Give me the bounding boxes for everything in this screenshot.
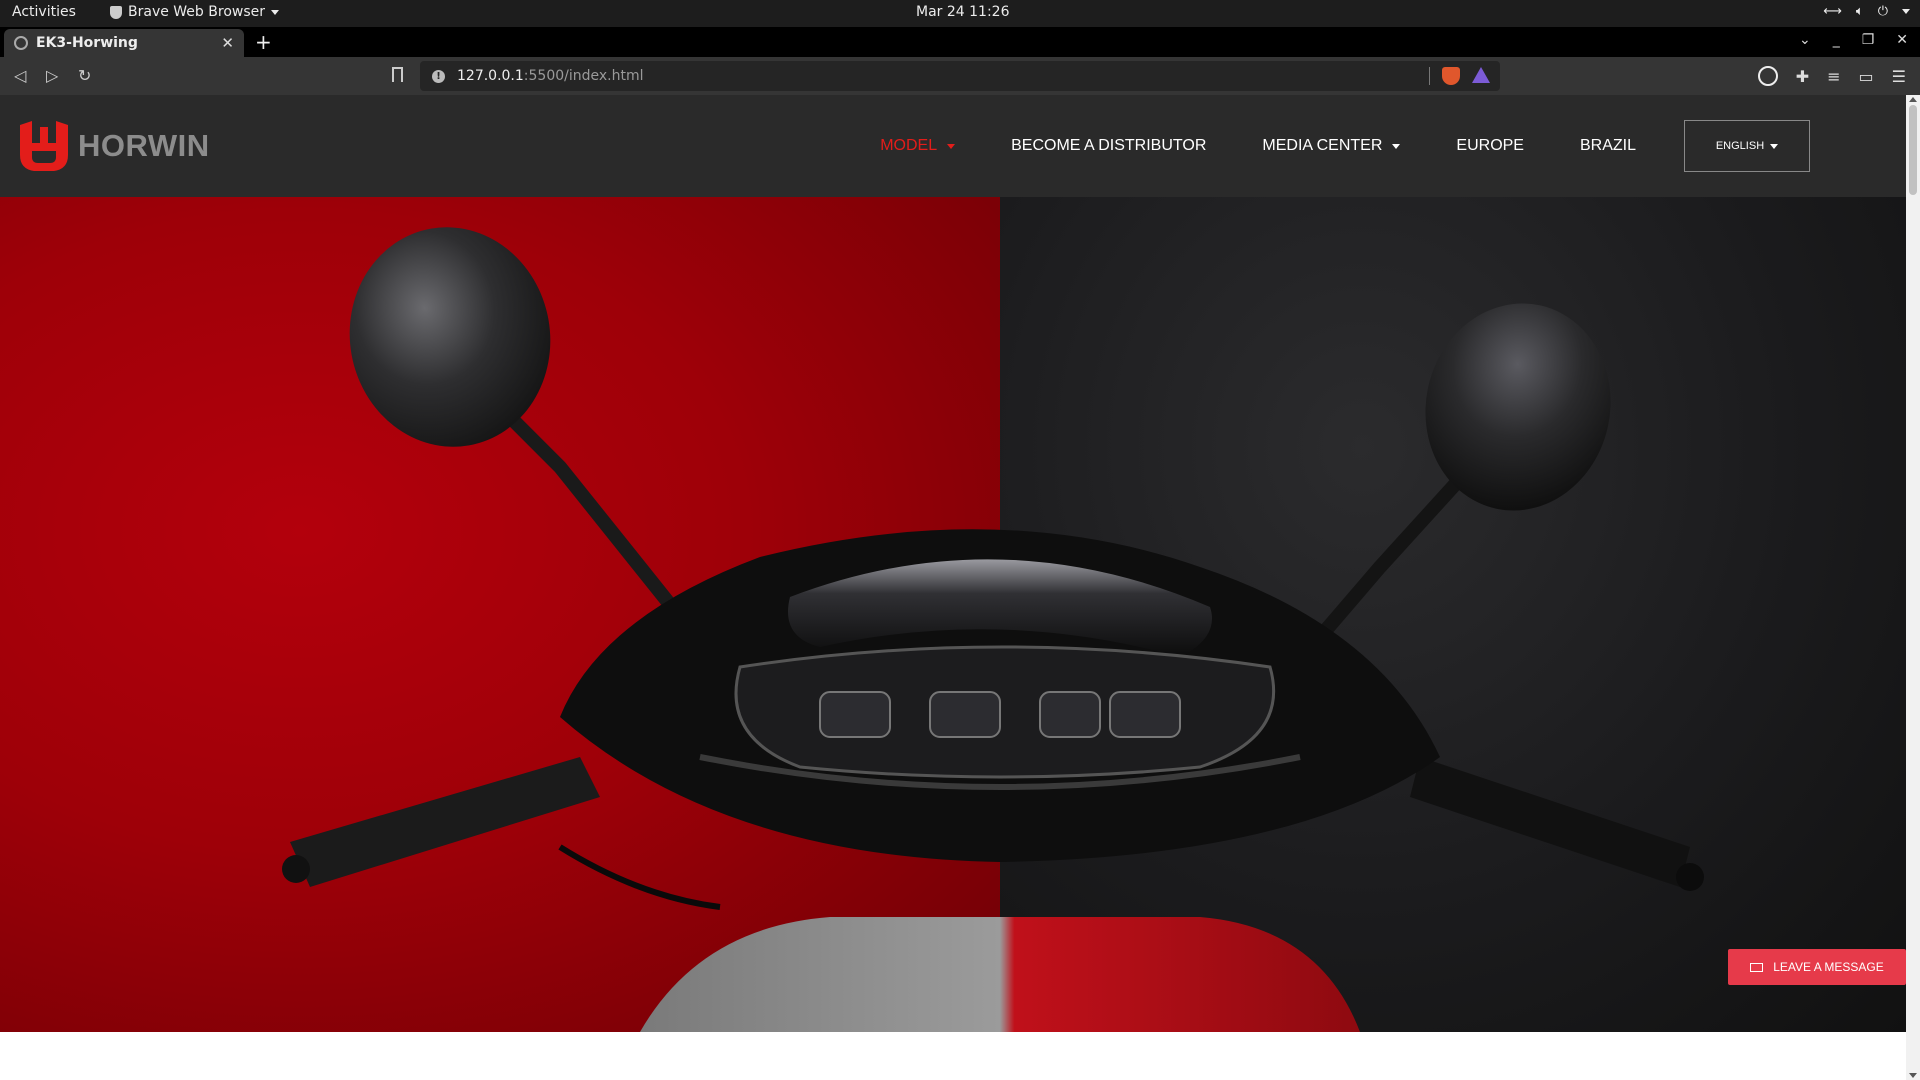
reload-icon[interactable]: ↻ <box>78 66 91 85</box>
chevron-down-icon <box>947 143 956 149</box>
wallet-icon[interactable]: ▭ <box>1859 67 1874 86</box>
app-menu-label: Brave Web Browser <box>128 4 265 20</box>
leave-message-label: LEAVE A MESSAGE <box>1773 960 1884 974</box>
clock[interactable]: Mar 24 11:26 <box>916 4 1009 20</box>
scroll-up-icon[interactable] <box>1909 97 1917 102</box>
scrollbar-thumb[interactable] <box>1909 105 1917 195</box>
brave-lion-icon <box>110 5 122 19</box>
language-selector[interactable]: ENGLISH <box>1684 120 1810 172</box>
language-label: ENGLISH <box>1715 140 1765 152</box>
bookmark-icon[interactable] <box>392 67 403 82</box>
window-controls: ⌄ _ ❐ ✕ <box>1799 32 1908 48</box>
system-tray[interactable]: ⟷ 🔈︎ ⏻ <box>1823 4 1910 19</box>
nav-item-become-distributor[interactable]: BECOME A DISTRIBUTOR <box>983 137 1234 155</box>
app-menu[interactable]: Brave Web Browser <box>110 4 279 20</box>
close-tab-icon[interactable]: ✕ <box>221 34 234 52</box>
system-top-bar: Activities Brave Web Browser Mar 24 11:2… <box>0 0 1920 27</box>
url-text[interactable]: 127.0.0.1:5500/index.html <box>457 68 644 84</box>
network-icon: ⟷ <box>1823 4 1842 19</box>
nav-item-label: MEDIA CENTER <box>1262 137 1383 154</box>
logo-wordmark: HORWIN <box>78 128 210 163</box>
horwin-logo[interactable]: HORWIN <box>18 121 210 171</box>
browser-tab-active[interactable]: EK3-Horwing ✕ <box>4 29 244 57</box>
url-host: 127.0.0.1 <box>457 68 524 84</box>
toolbar-actions: ✚ ≡ ▭ ☰ <box>1757 66 1906 86</box>
back-icon[interactable]: ◁ <box>14 66 26 85</box>
extensions-icon[interactable]: ✚ <box>1796 67 1809 86</box>
close-window-button[interactable]: ✕ <box>1896 32 1908 48</box>
chevron-down-icon <box>1392 143 1401 149</box>
site-info-icon[interactable]: ! <box>432 69 445 83</box>
envelope-icon <box>1750 962 1764 972</box>
volume-icon: 🔈︎ <box>1855 4 1864 19</box>
address-bar[interactable]: ! 127.0.0.1:5500/index.html <box>420 61 1500 91</box>
url-path: :5500/index.html <box>523 68 644 84</box>
nav-item-label: BRAZIL <box>1579 137 1636 154</box>
menu-icon[interactable]: ☰ <box>1892 67 1906 86</box>
browser-toolbar: ◁ ▷ ↻ ! 127.0.0.1:5500/index.html ✚ ≡ ▭ … <box>0 57 1920 95</box>
tab-strip: EK3-Horwing ✕ + ⌄ _ ❐ ✕ <box>0 27 1920 57</box>
page-scrollbar[interactable] <box>1906 95 1920 1080</box>
web-page: HORWIN MODEL BECOME A DISTRIBUTOR MEDIA … <box>0 95 1906 1080</box>
forward-icon[interactable]: ▷ <box>46 66 58 85</box>
leave-message-button[interactable]: LEAVE A MESSAGE <box>1728 949 1906 985</box>
nav-item-label: EUROPE <box>1456 137 1524 154</box>
reading-list-icon[interactable]: ≡ <box>1827 67 1840 86</box>
main-nav: MODEL BECOME A DISTRIBUTOR MEDIA CENTER … <box>852 95 1906 197</box>
nav-item-model[interactable]: MODEL <box>852 137 983 155</box>
globe-icon <box>14 36 28 50</box>
vpn-icon[interactable] <box>1757 66 1778 86</box>
tab-search-icon[interactable]: ⌄ <box>1799 32 1811 48</box>
tab-title: EK3-Horwing <box>36 35 138 51</box>
nav-item-label: MODEL <box>880 137 938 154</box>
hero-banner <box>0 197 1906 1032</box>
minimize-button[interactable]: _ <box>1833 32 1840 48</box>
power-icon: ⏻ <box>1877 4 1888 19</box>
chevron-down-icon <box>271 9 279 15</box>
scroll-down-icon[interactable] <box>1909 1073 1917 1078</box>
nav-item-brazil[interactable]: BRAZIL <box>1552 137 1664 155</box>
site-header: HORWIN MODEL BECOME A DISTRIBUTOR MEDIA … <box>0 95 1906 197</box>
nav-item-media-center[interactable]: MEDIA CENTER <box>1234 137 1428 155</box>
nav-item-europe[interactable]: EUROPE <box>1428 137 1552 155</box>
nav-item-label: BECOME A DISTRIBUTOR <box>1011 137 1207 154</box>
horwin-logo-mark <box>18 121 70 171</box>
chevron-down-icon <box>1770 143 1779 149</box>
activities-button[interactable]: Activities <box>12 4 76 20</box>
brave-shields-icon[interactable] <box>1442 67 1460 85</box>
chevron-down-icon <box>1902 9 1910 14</box>
scooter-handlebar-image <box>282 227 1704 1032</box>
address-bar-divider <box>1429 67 1430 85</box>
new-tab-button[interactable]: + <box>255 30 272 54</box>
restore-button[interactable]: ❐ <box>1862 32 1875 48</box>
brave-rewards-icon[interactable] <box>1472 67 1490 83</box>
